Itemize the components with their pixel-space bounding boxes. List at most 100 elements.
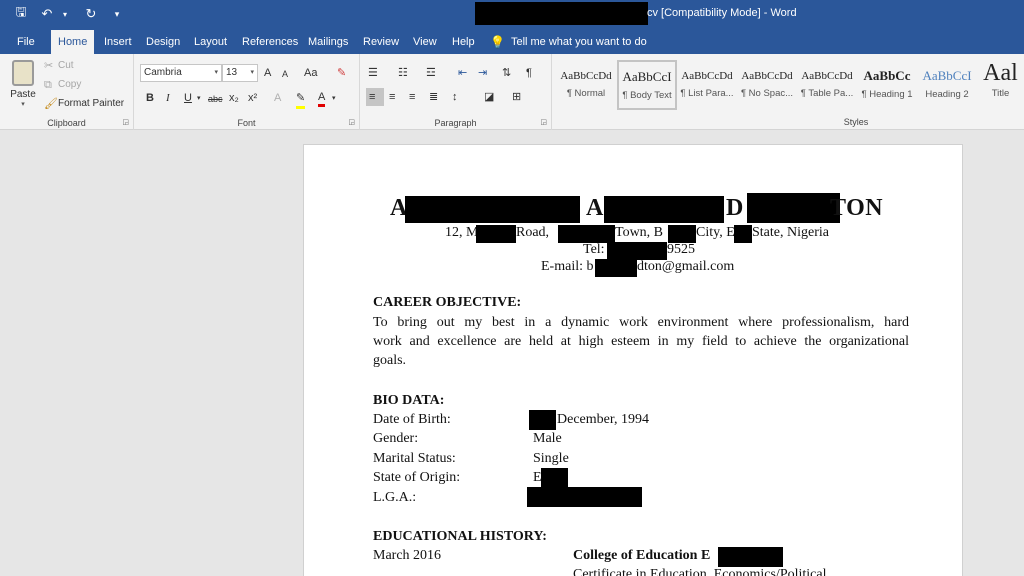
undo-dropdown-icon[interactable]: ▾ [54,4,76,24]
font-color-dropdown-icon[interactable]: ▾ [332,91,336,107]
style-no-spacing[interactable]: AaBbCcDd ¶ No Spac... [737,60,797,110]
style-preview: AaBbCcDd [741,70,793,82]
save-icon[interactable]: 🖫 [10,4,32,24]
font-launcher-icon[interactable]: ◲ [348,118,355,126]
tab-layout[interactable]: Layout [187,30,234,54]
font-label: Font [237,118,256,128]
tab-review[interactable]: Review [356,30,406,54]
paragraph-launcher-icon[interactable]: ◲ [540,118,547,126]
subscript-button[interactable]: x₂ [229,90,239,106]
bio-value: Single [533,451,569,466]
copy-button[interactable]: Copy [58,79,81,90]
tab-mailings[interactable]: Mailings [301,30,355,54]
tab-home[interactable]: Home [51,30,95,54]
font-size-select[interactable]: 13 ▾ [222,64,258,82]
ribbon-tabs: File Home Insert Design Layout Reference… [0,28,1024,54]
document-area[interactable]: A A D TON 12, M Road, Town, B City, E St… [0,130,1024,576]
bio-label: Marital Status: [373,451,456,466]
align-left-icon[interactable]: ≡ [369,89,375,105]
edu-date: March 2016 [373,548,442,563]
borders-icon[interactable]: ⊞ [512,89,521,105]
grow-font-icon[interactable]: A [264,65,271,81]
tell-me-box[interactable]: 💡 Tell me what you want to do [490,30,647,54]
style-normal[interactable]: AaBbCcDd ¶ Normal [556,60,616,110]
edu-certificate: Certificate in Education, Economics/Poli… [573,567,827,576]
increase-indent-icon[interactable]: ⇥ [478,65,487,81]
format-painter-icon[interactable]: 🖌 [44,96,58,112]
justify-icon[interactable]: ≣ [429,89,438,105]
tab-help[interactable]: Help [445,30,482,54]
redacted-dob [529,410,556,430]
career-line-2: work and excellence are held at high est… [373,334,909,349]
shrink-font-icon[interactable]: A [282,66,288,82]
style-preview: Aal [983,60,1018,86]
font-color-button[interactable]: A [318,90,326,107]
tell-me-text: Tell me what you want to do [510,36,647,48]
style-heading-1[interactable]: AaBbCc ¶ Heading 1 [857,60,917,110]
customize-qat-icon[interactable]: ▾ [106,4,128,24]
tab-file[interactable]: File [10,30,42,54]
cut-icon[interactable]: ✂ [44,58,53,74]
shading-icon[interactable]: ◪ [484,89,494,105]
font-family-value: Cambria [144,67,182,78]
bold-button[interactable]: B [146,90,154,106]
format-painter-button[interactable]: Format Painter [58,98,124,109]
paste-dropdown-icon[interactable]: ▾ [6,100,40,108]
cut-button[interactable]: Cut [58,60,74,71]
sort-icon[interactable]: ⇅ [502,65,511,81]
bio-label: Gender: [373,431,419,446]
multilevel-list-icon[interactable]: ☲ [426,65,436,81]
career-line-1: To bring out my best in a dynamic work e… [373,315,909,330]
show-formatting-icon[interactable]: ¶ [526,65,532,81]
clipboard-label: Clipboard [47,118,86,128]
underline-dropdown-icon[interactable]: ▾ [197,91,201,107]
strikethrough-button[interactable]: abc [208,91,223,107]
address-part-2: Road, [516,225,550,240]
tab-references[interactable]: References [235,30,305,54]
email-label: E-mail: b [541,259,594,274]
style-name: ¶ Normal [566,88,606,99]
styles-gallery: AaBbCcDd ¶ Normal AaBbCcI ¶ Body Text Aa… [556,58,1024,114]
redacted-address-2 [558,225,615,243]
tel-suffix: 9525 [667,242,695,257]
bullets-icon[interactable]: ☰ [368,65,378,81]
style-heading-2[interactable]: AaBbCcI Heading 2 [917,60,977,110]
change-case-icon[interactable]: Aa [304,65,317,81]
style-body-text[interactable]: AaBbCcI ¶ Body Text [617,60,677,110]
career-objective-heading: CAREER OBJECTIVE: [373,295,522,310]
bio-label: L.G.A.: [373,490,417,505]
copy-icon[interactable]: ⧉ [44,77,52,93]
style-preview: AaBbCcI [622,69,672,84]
align-right-icon[interactable]: ≡ [409,89,415,105]
address-part-3: Town, B [615,225,664,240]
align-center-icon[interactable]: ≡ [389,89,395,105]
clipboard-launcher-icon[interactable]: ◲ [122,118,129,126]
line-spacing-icon[interactable]: ↕ [452,89,458,105]
redacted-email [595,259,637,277]
style-list-paragraph[interactable]: AaBbCcDd ¶ List Para... [677,60,737,110]
underline-button[interactable]: U [184,90,192,106]
bio-value: December, 1994 [557,412,649,427]
paste-button[interactable]: Paste ▾ [6,58,40,108]
clipboard-group: Paste ▾ ✂ Cut ⧉ Copy 🖌 Format Painter Cl… [0,54,134,130]
text-effects-icon[interactable]: A [274,90,281,106]
style-table-paragraph[interactable]: AaBbCcDd ¶ Table Pa... [797,60,857,110]
clear-formatting-icon[interactable]: ✎ [337,65,346,81]
highlight-icon[interactable]: ✎ [296,90,306,109]
superscript-button[interactable]: x² [248,90,257,106]
italic-button[interactable]: I [166,90,170,106]
font-family-select[interactable]: Cambria ▾ [140,64,222,82]
paste-label: Paste [10,89,36,100]
name-part-3: D [726,195,744,221]
redo-icon[interactable]: ↻ [80,4,102,24]
tab-insert[interactable]: Insert [97,30,139,54]
decrease-indent-icon[interactable]: ⇤ [458,65,467,81]
style-name: ¶ No Spac... [740,88,794,99]
document-page[interactable]: A A D TON 12, M Road, Town, B City, E St… [303,144,963,576]
edu-school: College of Education E [573,548,711,563]
numbering-icon[interactable]: ☷ [398,65,408,81]
redacted-state [541,468,568,488]
style-title[interactable]: Aal Title [977,60,1024,110]
tab-view[interactable]: View [406,30,444,54]
tab-design[interactable]: Design [139,30,187,54]
